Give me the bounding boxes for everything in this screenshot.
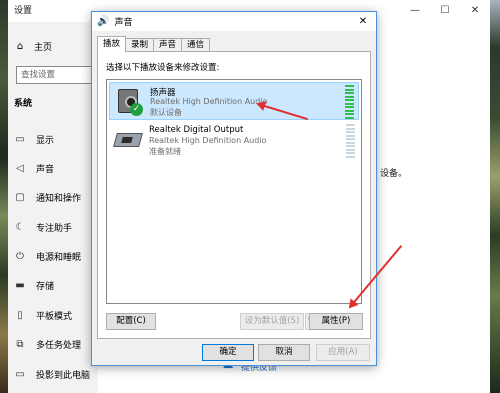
settings-body-text: 设备。	[380, 169, 408, 179]
project-icon: ▭	[15, 368, 25, 380]
watermark-url: jingyan.baidu.com	[398, 372, 463, 380]
dialog-close-button[interactable]: ✕	[350, 12, 376, 31]
device-item-speakers[interactable]: ✓ 扬声器 Realtek High Definition Audio 默认设备	[109, 82, 359, 120]
dialog-title: 声音	[114, 18, 133, 28]
sidebar-item-label: 电源和睡眠	[36, 252, 82, 263]
sidebar-item-label: 存储	[36, 281, 55, 292]
minimize-button[interactable]: —	[400, 0, 430, 22]
focus-moon-icon: ☾	[15, 221, 25, 233]
sidebar-item-label: 专注助手	[36, 223, 73, 234]
sidebar-item-display[interactable]: ▭ 显示	[14, 130, 98, 148]
sidebar-item-storage[interactable]: ▬ 存储	[14, 276, 98, 294]
cancel-button[interactable]: 取消	[258, 344, 310, 361]
wallpaper-right	[490, 0, 500, 393]
digital-output-icon	[113, 127, 143, 155]
dialog-titlebar: 🔊 声音	[92, 12, 376, 31]
window-controls: — ☐ ✕	[400, 0, 490, 22]
ok-button[interactable]: 确定	[202, 344, 254, 361]
sound-dialog: 🔊 声音 ✕ 播放 录制 声音 通信 选择以下播放设备来修改设置: ✓ 扬声器 …	[91, 11, 377, 366]
speaker-device-icon: ✓	[116, 88, 143, 116]
sidebar-item-notifications[interactable]: ▢ 通知和操作	[14, 188, 98, 206]
power-icon: ⏻	[16, 250, 24, 262]
section-label: 系统	[14, 99, 33, 109]
sidebar-item-label: 多任务处理	[36, 340, 82, 351]
tab-playback[interactable]: 播放	[97, 36, 127, 52]
tab-communications[interactable]: 通信	[181, 38, 211, 52]
properties-button[interactable]: 属性(P)	[309, 313, 363, 330]
wallpaper-left	[0, 0, 8, 393]
search-placeholder: 查找设置	[21, 70, 56, 80]
device-status: 准备就绪	[149, 147, 181, 156]
device-status: 默认设备	[150, 108, 182, 117]
notification-icon: ▢	[15, 191, 25, 203]
default-check-icon: ✓	[130, 103, 143, 116]
multitask-icon: ⧉	[16, 338, 24, 350]
device-list: ✓ 扬声器 Realtek High Definition Audio 默认设备…	[106, 79, 362, 304]
volume-meter	[346, 124, 355, 158]
set-default-button: 设为默认值(S)	[240, 313, 304, 330]
home-label: 主页	[34, 42, 53, 53]
sidebar-item-focus-assist[interactable]: ☾ 专注助手	[14, 218, 98, 236]
maximize-button[interactable]: ☐	[430, 0, 460, 22]
apply-button: 应用(A)	[316, 344, 370, 361]
sidebar-item-sound[interactable]: ◁ 声音	[14, 159, 98, 177]
watermark-logo: Baidu经验	[380, 357, 450, 371]
settings-sidebar: ⌂ 主页 查找设置 系统 ▭ 显示 ◁ 声音 ▢ 通知和操作 ☾ 专注助手 ⏻ …	[8, 22, 98, 393]
sidebar-item-label: 通知和操作	[36, 193, 82, 204]
sidebar-item-label: 投影到此电脑	[36, 370, 91, 381]
sidebar-home[interactable]: ⌂ 主页	[14, 37, 52, 55]
device-driver: Realtek High Definition Audio	[149, 136, 267, 145]
sidebar-item-tablet-mode[interactable]: ▯ 平板模式	[14, 306, 98, 324]
sidebar-item-multitasking[interactable]: ⧉ 多任务处理	[14, 335, 98, 353]
speaker-icon: 🔊	[97, 16, 110, 27]
tab-recording[interactable]: 录制	[125, 38, 155, 52]
playback-panel: 选择以下播放设备来修改设置: ✓ 扬声器 Realtek High Defini…	[97, 51, 371, 339]
tab-sounds[interactable]: 声音	[153, 38, 183, 52]
storage-icon: ▬	[15, 279, 25, 291]
configure-button[interactable]: 配置(C)	[106, 313, 156, 330]
sidebar-item-power[interactable]: ⏻ 电源和睡眠	[14, 247, 98, 265]
instruction-text: 选择以下播放设备来修改设置:	[106, 63, 220, 73]
dialog-tabs: 播放 录制 声音 通信	[97, 36, 211, 52]
sidebar-item-label: 显示	[36, 135, 55, 146]
monitor-icon: ▭	[15, 133, 25, 145]
speaker-icon: ◁	[16, 162, 24, 174]
search-input[interactable]: 查找设置	[16, 66, 94, 84]
device-driver: Realtek High Definition Audio	[150, 97, 268, 106]
sidebar-item-label: 平板模式	[36, 311, 73, 322]
sidebar-item-label: 声音	[36, 164, 55, 175]
close-button[interactable]: ✕	[460, 0, 490, 22]
device-item-digital-output[interactable]: Realtek Digital Output Realtek High Defi…	[109, 122, 359, 160]
home-icon: ⌂	[16, 40, 24, 52]
device-name: Realtek Digital Output	[149, 125, 244, 135]
tablet-icon: ▯	[17, 309, 23, 321]
sidebar-item-project[interactable]: ▭ 投影到此电脑	[14, 365, 98, 383]
volume-meter	[345, 85, 354, 119]
